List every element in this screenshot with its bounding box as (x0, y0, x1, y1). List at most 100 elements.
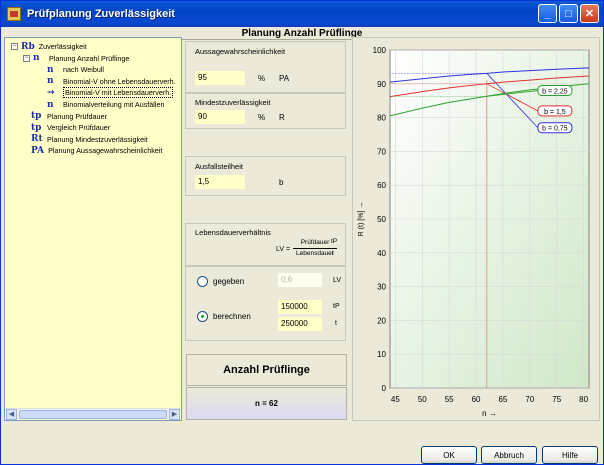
abbruch-button[interactable]: Abbruch (481, 446, 537, 464)
group-ausfallsteilheit: Ausfallsteilheit b (185, 156, 346, 196)
minimize-button[interactable]: _ (538, 4, 557, 23)
tree-item[interactable]: − Rb Zuverlässigkeit (11, 41, 87, 52)
anzahl-prueflinge-label: Anzahl Prüflinge (223, 364, 310, 376)
tp-icon: tp (31, 122, 42, 133)
group-aussagewahrscheinlichkeit: Aussagewahrscheinlichkeit % PA (185, 41, 346, 93)
lv-formula-left: LV = (276, 246, 291, 253)
t-symbol: t (335, 320, 337, 327)
tree-expander[interactable]: − (11, 43, 18, 50)
berechnen-radio[interactable] (197, 311, 208, 322)
t-input[interactable] (278, 317, 322, 331)
close-button[interactable]: ✕ (580, 4, 599, 23)
group-lebensdauerverhaeltnis: Lebensdauerverhältnis LV = Prüfdauer Leb… (185, 223, 346, 266)
tree-item[interactable]: tp Planung Prüfdauer (31, 111, 107, 122)
berechnen-label: berechnen (213, 312, 251, 321)
tree-item-label: Planung Prüfdauer (47, 111, 107, 121)
rt-icon: Rt (31, 134, 43, 145)
x-tick-label: 60 (472, 395, 481, 404)
tree-item[interactable]: PA Planung Aussagewahrscheinlichkeit (31, 145, 162, 156)
tree-item-label: Planung Mindestzuverlässigkeit (47, 134, 148, 144)
tp-symbol: tP (333, 303, 340, 310)
group-mindestzuverlaessigkeit: Mindestzuverlässigkeit % R (185, 93, 346, 129)
x-tick-label: 45 (391, 395, 400, 404)
pa-icon: PA (31, 145, 45, 156)
maximize-icon: □ (565, 7, 572, 20)
lv-label: Lebensdauerverhältnis (195, 228, 271, 237)
y-axis-label: R (t) [%] → (358, 202, 365, 237)
ausfall-input[interactable] (195, 175, 245, 189)
n-icon: n (33, 53, 40, 64)
minimize-icon: _ (544, 7, 551, 20)
y-tick-label: 80 (377, 114, 386, 123)
x-axis-label: n → (482, 409, 497, 418)
mindest-unit: % (258, 113, 266, 122)
hilfe-label: Hilfe (561, 450, 578, 460)
tree-item[interactable]: n Binomial-V ohne Lebensdauerverh. (47, 76, 176, 87)
ok-button[interactable]: OK (421, 446, 477, 464)
tree-item-label: Zuverlässigkeit (38, 42, 87, 51)
tree-item-label: Vergleich Prüfdauer (47, 123, 111, 133)
y-tick-label: 20 (377, 316, 386, 325)
tree-item-label: nach Weibull (63, 65, 105, 75)
chart-panel: 45 50 55 60 65 70 75 80 0 10 20 30 40 50 60 70 80 90 100 n … (352, 37, 600, 421)
tree-horizontal-scrollbar[interactable]: ◀ ▶ (6, 408, 180, 420)
app-icon (7, 7, 21, 21)
group-lv-options: gegeben LV berechnen tP t (185, 266, 346, 341)
aussage-input[interactable] (195, 71, 245, 85)
mindest-label: Mindestzuverlässigkeit (195, 98, 271, 107)
mindest-input[interactable] (195, 110, 245, 124)
result-value: n = 62 (255, 399, 278, 408)
tree-item-label: Planung Anzahl Prüflinge (49, 53, 130, 63)
tree-item[interactable]: − n Planung Anzahl Prüflinge (23, 53, 129, 64)
legend-label-3: b = 2,25 (542, 89, 568, 96)
x-tick-label: 70 (525, 395, 534, 404)
gegeben-label: gegeben (213, 277, 245, 286)
tree-expander[interactable]: − (23, 54, 30, 62)
y-tick-label: 60 (377, 181, 386, 190)
tree-item-label: Binomial-V mit Lebensdauerverh. (63, 87, 174, 99)
navigation-tree[interactable]: PA Planung Aussagewahrscheinlichkeit Rt Pla… (4, 37, 182, 421)
gegeben-radio[interactable] (197, 276, 208, 287)
gegeben-input[interactable] (278, 273, 322, 287)
rb-icon: Rb (21, 41, 35, 52)
title-bar[interactable]: Prüfplanung Zuverlässigkeit _ □ ✕ (1, 1, 603, 27)
scroll-left-button[interactable]: ◀ (6, 409, 17, 420)
chevron-right-icon: ▶ (171, 411, 178, 418)
x-tick-label: 55 (445, 395, 454, 404)
gegeben-symbol: LV (333, 277, 342, 284)
legend-label-1: b = 0,75 (542, 126, 568, 133)
maximize-button[interactable]: □ (559, 4, 578, 23)
x-tick-label: 50 (418, 395, 427, 404)
tree-item-label: Binomial-V ohne Lebensdauerverh. (63, 76, 176, 86)
hilfe-button[interactable]: Hilfe (542, 446, 598, 464)
tp-input[interactable] (278, 300, 322, 314)
ok-label: OK (443, 450, 455, 460)
y-tick-label: 70 (377, 147, 386, 156)
y-tick-label: 100 (373, 46, 387, 55)
status-area (4, 422, 600, 444)
ausfall-symbol: b (279, 178, 284, 187)
dialog-window: Prüfplanung Zuverlässigkeit _ □ ✕ Planun… (0, 0, 604, 465)
x-tick-label: 75 (552, 395, 561, 404)
scroll-right-button[interactable]: ▶ (169, 409, 180, 420)
x-tick-label: 80 (579, 395, 588, 404)
tree-item[interactable]: Rt Planung Mindestzuverlässigkeit (31, 134, 148, 145)
tree-item[interactable]: → Binomial-V mit Lebensdauerverh. (47, 87, 174, 99)
n-icon: n (47, 76, 54, 87)
ausfall-label: Ausfallsteilheit (195, 162, 243, 171)
abbruch-label: Abbruch (494, 450, 524, 460)
mindest-symbol: R (279, 113, 285, 122)
anzahl-prueflinge-button[interactable]: Anzahl Prüflinge (186, 354, 347, 386)
scroll-thumb[interactable] (19, 410, 167, 419)
tree-item[interactable]: n nach Weibull (47, 64, 104, 75)
y-tick-label: 10 (377, 350, 386, 359)
tp-icon: tp (31, 111, 42, 122)
lv-fraction-line (293, 248, 337, 249)
tree-item-label: Binomialverteilung mit Ausfällen (63, 100, 165, 109)
close-icon: ✕ (584, 8, 595, 20)
n-icon: n (47, 99, 54, 110)
aussage-label: Aussagewahrscheinlichkeit (195, 47, 286, 56)
tree-item[interactable]: tp Vergleich Prüfdauer (31, 122, 110, 133)
tree-item[interactable]: n Binomialverteilung mit Ausfällen (47, 99, 164, 110)
window-title: Prüfplanung Zuverlässigkeit (27, 8, 175, 20)
